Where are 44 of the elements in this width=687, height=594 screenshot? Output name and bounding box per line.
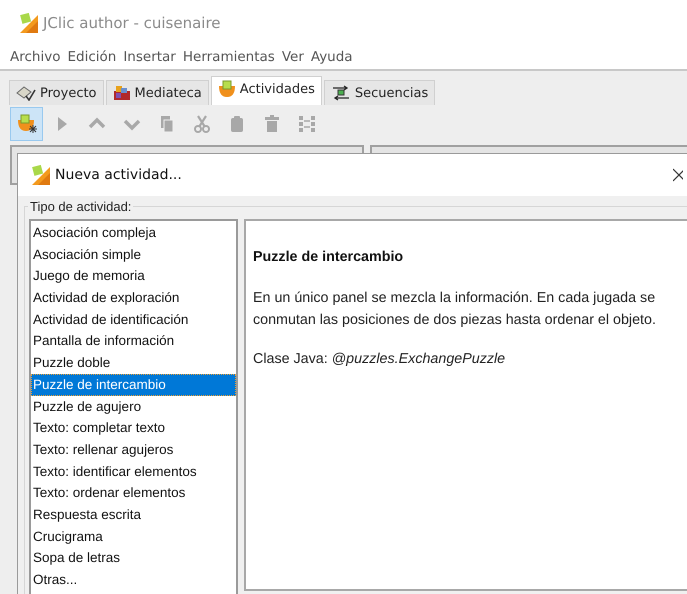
activity-icon: [218, 80, 236, 98]
scissors-icon: [192, 114, 212, 134]
app-logo-icon: [18, 12, 40, 34]
menu-item[interactable]: Insertar: [123, 49, 176, 65]
list-item[interactable]: Asociación compleja: [31, 222, 236, 244]
list-item[interactable]: Actividad de exploración: [31, 287, 236, 309]
list-item[interactable]: Actividad de identificación: [31, 308, 236, 330]
list-item[interactable]: Texto: rellenar agujeros: [31, 438, 236, 461]
tab[interactable]: Secuencias: [324, 80, 436, 105]
list-item[interactable]: Asociación simple: [31, 244, 236, 266]
list-item[interactable]: Respuesta escrita: [31, 504, 236, 526]
list-item[interactable]: Juego de memoria: [31, 265, 236, 288]
description-heading: Puzzle de intercambio: [253, 249, 404, 265]
list-item[interactable]: Puzzle de intercambio: [31, 374, 236, 396]
class-name-text: Clase Java: @puzzles.ExchangePuzzle: [253, 351, 506, 367]
new-activity-icon: [16, 114, 36, 134]
menu-item[interactable]: Herramientas: [182, 49, 275, 65]
toolbar-button[interactable]: [10, 107, 43, 141]
group-label: Tipo de actividad:: [28, 199, 134, 214]
menu-item[interactable]: Archivo: [10, 49, 60, 65]
list-item[interactable]: Texto: identificar elementos: [31, 460, 236, 482]
media-blocks-icon: [112, 85, 131, 101]
tab[interactable]: Mediateca: [106, 80, 209, 105]
list-item[interactable]: Pantalla de información: [31, 330, 236, 352]
list-item[interactable]: Sopa de letras: [31, 547, 236, 569]
dialog-logo-icon: [30, 164, 52, 186]
grid-arrows-icon: [296, 114, 316, 134]
close-icon[interactable]: [673, 168, 683, 182]
window-title: JClic author - cuisenaire: [43, 14, 221, 32]
dialog-title: Nueva actividad...: [55, 167, 183, 183]
list-item[interactable]: Texto: ordenar elementos: [31, 482, 236, 504]
list-item[interactable]: Otras...: [31, 569, 236, 591]
list-item[interactable]: Puzzle doble: [31, 352, 236, 374]
list-item[interactable]: Crucigrama: [31, 526, 236, 548]
menu-item[interactable]: Ver: [282, 49, 304, 65]
list-item[interactable]: Texto: completar texto: [31, 417, 236, 439]
menu-item[interactable]: Ayuda: [310, 49, 353, 65]
sequence-arrows-icon: [330, 85, 351, 101]
tab[interactable]: Proyecto: [9, 80, 104, 105]
description-text: En un único panel se mezcla la información. En cada jugada se conmutan las posiciones de dos piezas hasta ordenar el objeto.: [253, 289, 657, 330]
list-item[interactable]: Puzzle de agujero: [31, 396, 236, 418]
menu-item[interactable]: Edición: [67, 49, 116, 65]
folder-check-icon: [16, 85, 36, 101]
tab[interactable]: Actividades: [210, 76, 322, 105]
